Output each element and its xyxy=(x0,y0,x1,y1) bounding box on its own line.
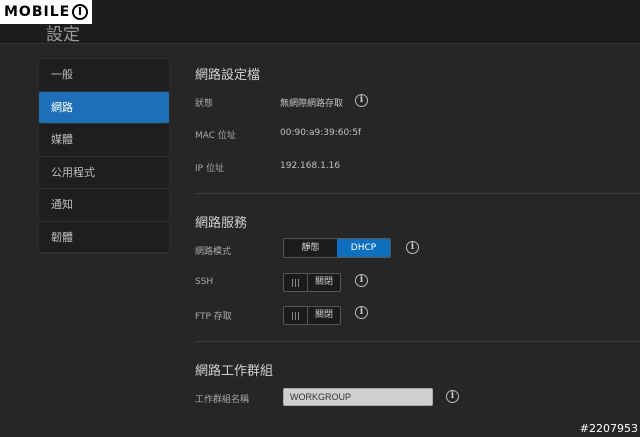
ftp-label: FTP 存取 xyxy=(195,312,232,322)
workgroup-name-input[interactable]: WORKGROUP xyxy=(283,388,433,406)
ssh-toggle-state: 關閉 xyxy=(314,277,333,287)
network-mode-label: 網路模式 xyxy=(195,247,232,257)
ssh-label: SSH xyxy=(195,277,214,287)
section-divider xyxy=(195,193,640,194)
settings-sidebar: 一般 網路 媒體 公用程式 通知 韌體 xyxy=(38,58,170,254)
ip-label: IP 位址 xyxy=(195,164,224,174)
toggle-grip-icon xyxy=(284,274,308,291)
mac-label: MAC 位址 xyxy=(195,131,236,141)
sidebar-item-general[interactable]: 一般 xyxy=(39,59,169,92)
mode-dhcp-button[interactable]: DHCP xyxy=(337,239,390,257)
ip-value: 192.168.1.16 xyxy=(280,161,341,171)
toggle-grip-icon xyxy=(284,307,308,324)
ssh-toggle[interactable]: 關閉 xyxy=(283,273,341,292)
logo-mark-icon xyxy=(72,4,89,20)
ftp-info-icon[interactable]: i xyxy=(355,306,368,319)
sidebar-item-network[interactable]: 網路 xyxy=(39,91,169,124)
sidebar-item-notifications[interactable]: 通知 xyxy=(39,189,169,222)
mode-static-button[interactable]: 靜態 xyxy=(284,239,337,257)
status-value: 無網際網路存取 xyxy=(280,99,344,109)
workgroup-info-icon[interactable]: i xyxy=(446,390,459,403)
status-label: 狀態 xyxy=(195,99,214,109)
status-info-icon[interactable]: i xyxy=(355,94,368,107)
workgroup-title: 網路工作群組 xyxy=(195,364,274,379)
ftp-toggle[interactable]: 關閉 xyxy=(283,306,341,325)
sidebar-item-utilities[interactable]: 公用程式 xyxy=(39,157,169,189)
network-settings-content: 網路設定檔 狀態 無網際網路存取 i MAC 位址 00:90:a9:39:60… xyxy=(195,0,640,437)
ssh-info-icon[interactable]: i xyxy=(355,274,368,287)
network-services-title: 網路服務 xyxy=(195,216,248,231)
network-profile-title: 網路設定檔 xyxy=(195,68,261,83)
image-id-watermark: #2207953 xyxy=(579,422,638,435)
workgroup-name-label: 工作群組名稱 xyxy=(195,395,250,405)
mac-value: 00:90:a9:39:60:5f xyxy=(280,128,362,138)
section-divider xyxy=(195,341,640,342)
page-title: 設定 xyxy=(46,25,80,45)
sidebar-item-media[interactable]: 媒體 xyxy=(39,124,169,157)
ftp-toggle-state: 關閉 xyxy=(314,310,333,320)
network-mode-info-icon[interactable]: i xyxy=(406,241,419,254)
sidebar-item-firmware[interactable]: 韌體 xyxy=(39,222,169,254)
network-mode-selector: 靜態 DHCP xyxy=(283,238,391,258)
